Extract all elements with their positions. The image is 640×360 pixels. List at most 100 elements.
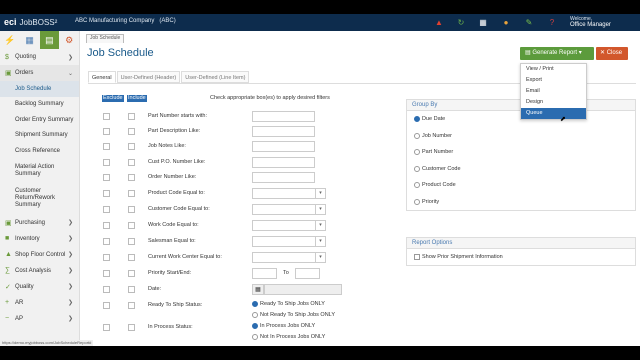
chevron-right-icon: ❯	[67, 268, 73, 274]
help-icon[interactable]: ?	[546, 17, 558, 28]
report-options-title: Report Options	[407, 238, 635, 249]
sidebar-sub-shipment-summary[interactable]: Shipment Summary	[0, 128, 79, 144]
menu-item-view-print[interactable]: View / Print	[521, 64, 586, 75]
chevron-right-icon: ❯	[67, 220, 73, 226]
exclude-checkbox[interactable]	[103, 190, 110, 197]
exclude-checkbox[interactable]	[103, 238, 110, 245]
include-checkbox[interactable]	[128, 174, 135, 181]
user-menu[interactable]: Welcome, Office Manager	[570, 16, 611, 28]
show-prior-shipment-checkbox[interactable]: Show Prior Shipment Information	[407, 249, 635, 265]
radio-product-code[interactable]: Product Code	[407, 177, 635, 194]
gear-icon[interactable]: ⚙	[59, 31, 79, 49]
factory-icon: ▲	[5, 251, 12, 258]
priority-start-input[interactable]	[252, 268, 277, 279]
tab-general[interactable]: General	[88, 71, 116, 83]
org-chart-icon[interactable]: ▦	[477, 17, 489, 28]
exclude-checkbox[interactable]	[103, 159, 110, 166]
page-tab-job-schedule[interactable]: Job Schedule	[86, 34, 125, 43]
work-code-select[interactable]: ▾	[252, 220, 326, 231]
exclude-checkbox[interactable]	[103, 286, 110, 293]
sidebar-item-ap[interactable]: − AP ❯	[0, 311, 79, 327]
date-input[interactable]	[264, 284, 342, 295]
exclude-checkbox[interactable]	[103, 254, 110, 261]
product-code-select[interactable]: ▾	[252, 188, 326, 199]
include-checkbox[interactable]	[128, 159, 135, 166]
org-chart-icon[interactable]: ▦	[20, 31, 40, 49]
sidebar-item-shop-floor-control[interactable]: ▲ Shop Floor Control ❯	[0, 247, 79, 263]
sidebar-item-cost-analysis[interactable]: ∑ Cost Analysis ❯	[0, 263, 79, 279]
sidebar-item-orders[interactable]: ▣ Orders ⌄	[0, 65, 79, 81]
chat-icon[interactable]: ●	[500, 17, 512, 28]
include-checkbox[interactable]	[128, 113, 135, 120]
sidebar-sub-order-entry-summary[interactable]: Order Entry Summary	[0, 112, 79, 128]
include-checkbox[interactable]	[128, 206, 135, 213]
include-checkbox[interactable]	[128, 302, 135, 309]
sidebar-sub-customer-return-rework-summary[interactable]: Customer Return/Rework Summary	[0, 183, 79, 215]
radio-not-ready-to-ship-only[interactable]: Not Ready To Ship Jobs ONLY	[252, 312, 335, 318]
work-center-select[interactable]: ▾	[252, 252, 326, 263]
sidebar-item-quoting[interactable]: $ Quoting ❯	[0, 49, 79, 65]
exclude-checkbox[interactable]	[103, 143, 110, 150]
sidebar: ⚡ ▦ ▤ ⚙ $ Quoting ❯ ▣ Orders ⌄ Job Schedule …	[0, 31, 80, 346]
include-checkbox[interactable]	[128, 222, 135, 229]
include-checkbox[interactable]	[128, 143, 135, 150]
tab-user-defined-header[interactable]: User-Defined (Header)	[116, 71, 181, 83]
include-checkbox[interactable]	[128, 324, 135, 331]
exclude-checkbox[interactable]	[103, 128, 110, 135]
chart-icon[interactable]: ▤	[39, 31, 60, 49]
app-logo[interactable]: eci JobBOSS²	[4, 17, 57, 27]
include-checkbox[interactable]	[128, 254, 135, 261]
sidebar-sub-cross-reference[interactable]: Cross Reference	[0, 143, 79, 159]
sidebar-item-inventory[interactable]: ■ Inventory ❯	[0, 231, 79, 247]
cust-po-input[interactable]	[252, 157, 315, 168]
priority-end-input[interactable]	[295, 268, 320, 279]
sidebar-sub-backlog-summary[interactable]: Backlog Summary	[0, 97, 79, 113]
radio-ready-to-ship-only[interactable]: Ready To Ship Jobs ONLY	[252, 301, 325, 307]
exclude-checkbox[interactable]	[103, 270, 110, 277]
part-description-input[interactable]	[252, 126, 315, 137]
edit-icon[interactable]: ✎	[523, 17, 535, 28]
include-checkbox[interactable]	[128, 128, 135, 135]
droplet-icon[interactable]: ▲	[433, 17, 445, 28]
refresh-icon[interactable]: ↻	[455, 17, 467, 28]
calendar-icon[interactable]: ▦	[252, 284, 264, 295]
exclude-checkbox[interactable]	[103, 206, 110, 213]
sidebar-item-quality[interactable]: ✓ Quality ❯	[0, 279, 79, 295]
include-checkbox[interactable]	[128, 190, 135, 197]
include-checkbox[interactable]	[128, 238, 135, 245]
generate-report-button[interactable]: ▤ Generate Report ▾	[520, 47, 594, 60]
menu-item-queue[interactable]: Queue	[521, 108, 586, 119]
menu-item-export[interactable]: Export	[521, 75, 586, 86]
chevron-down-icon: ⌄	[67, 70, 73, 77]
customer-code-select[interactable]: ▾	[252, 204, 326, 215]
close-button[interactable]: ✕ Close	[596, 47, 628, 60]
bolt-icon[interactable]: ⚡	[0, 31, 20, 49]
job-notes-input[interactable]	[252, 141, 315, 152]
exclude-checkbox[interactable]	[103, 302, 110, 309]
sidebar-sub-material-action-summary[interactable]: Material Action Summary	[0, 159, 79, 183]
menu-item-design[interactable]: Design	[521, 97, 586, 108]
radio-priority[interactable]: Priority	[407, 194, 635, 211]
include-checkbox[interactable]	[128, 270, 135, 277]
include-checkbox[interactable]	[128, 286, 135, 293]
salesman-select[interactable]: ▾	[252, 236, 326, 247]
order-number-input[interactable]	[252, 172, 315, 183]
tab-user-defined-line-item[interactable]: User-Defined (Line Item)	[181, 71, 250, 83]
check-icon: ✓	[5, 283, 11, 291]
sidebar-sub-job-schedule[interactable]: Job Schedule	[0, 81, 79, 97]
exclude-checkbox[interactable]	[103, 174, 110, 181]
radio-customer-code[interactable]: Customer Code	[407, 161, 635, 178]
exclude-checkbox[interactable]	[103, 222, 110, 229]
radio-in-process-only[interactable]: In Process Jobs ONLY	[252, 323, 315, 329]
sidebar-item-purchasing[interactable]: ▣ Purchasing ❯	[0, 215, 79, 231]
exclude-checkbox[interactable]	[103, 324, 110, 331]
sidebar-item-ar[interactable]: + AR ❯	[0, 295, 79, 311]
exclude-checkbox[interactable]	[103, 113, 110, 120]
video-letterbox-bottom	[0, 346, 640, 360]
chevron-down-icon: ▾	[315, 205, 325, 214]
radio-job-number[interactable]: Job Number	[407, 128, 635, 145]
menu-item-email[interactable]: Email	[521, 86, 586, 97]
part-number-input[interactable]	[252, 111, 315, 122]
radio-part-number[interactable]: Part Number	[407, 144, 635, 161]
radio-not-in-process-only[interactable]: Not In Process Jobs ONLY	[252, 334, 325, 340]
